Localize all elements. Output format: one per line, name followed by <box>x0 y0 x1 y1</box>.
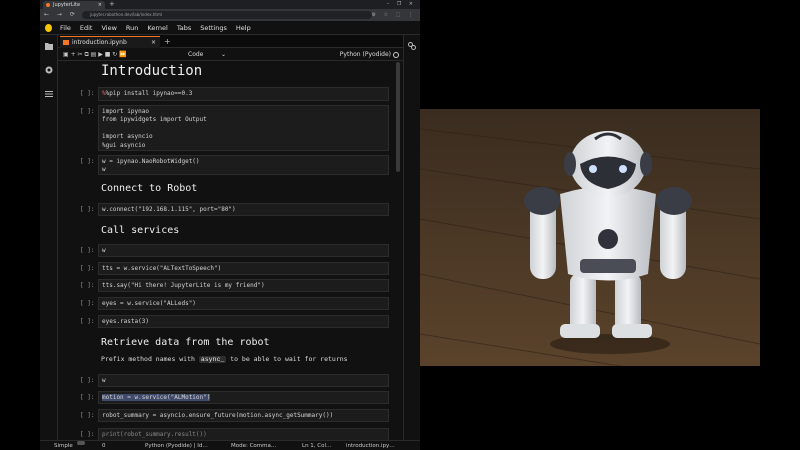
heading-call-services: Call services <box>101 225 180 236</box>
heading-retrieve-data: Retrieve data from the robot <box>101 337 270 348</box>
menu-edit[interactable]: Edit <box>80 21 93 35</box>
browser-tab-bar: JupyterLite × + – ❐ × <box>40 0 420 9</box>
notebook-scrollbar[interactable] <box>396 62 400 172</box>
cell-type-select[interactable]: Code ⌄ <box>188 48 226 61</box>
cell-input[interactable]: print(robot_summary.result()) <box>98 428 389 440</box>
status-bar: Simple 0 Python (Pyodide) | Id… Mode: Co… <box>40 440 420 450</box>
browser-tab-title: JupyterLite <box>53 2 81 8</box>
folder-icon[interactable] <box>45 42 53 50</box>
cell-prompt: [ ]: <box>80 300 95 307</box>
toc-icon[interactable] <box>45 90 53 98</box>
running-icon[interactable] <box>45 66 53 74</box>
code-cell[interactable]: [ ]: import ipynao from ipywidgets impor… <box>58 105 403 153</box>
menu-view[interactable]: View <box>101 21 116 35</box>
cell-input[interactable]: %%pip install ipynao==0.3 <box>98 87 389 101</box>
cell-prompt: [ ]: <box>80 377 95 384</box>
window-controls[interactable]: – ❐ × <box>387 0 416 9</box>
cell-input[interactable]: w = ipynao.NaoRobotWidget() w <box>98 155 389 175</box>
property-inspector-icon[interactable] <box>408 42 416 50</box>
browser-nav-buttons[interactable]: ← → ⟳ <box>44 9 78 21</box>
kernel-name[interactable]: Python (Pyodide) <box>340 48 391 61</box>
code-cell[interactable]: [ ]: w.connect("192.168.1.115", port="80… <box>58 203 403 218</box>
cell-prompt: [ ]: <box>80 394 95 401</box>
cell-input[interactable]: eyes = w.service("ALLeds") <box>98 297 389 310</box>
cell-prompt: [ ]: <box>80 108 95 115</box>
cell-input[interactable]: robot_summary = asyncio.ensure_future(mo… <box>98 409 389 422</box>
cell-input[interactable]: w <box>98 374 389 387</box>
menu-help[interactable]: Help <box>236 21 251 35</box>
code-cell[interactable]: [ ]: eyes.rasta(3) <box>58 315 403 330</box>
kernel-status-icon <box>393 52 399 58</box>
url-input[interactable]: jupyter.robothon.dev/lab/index.html <box>82 11 372 19</box>
menu-settings[interactable]: Settings <box>200 21 227 35</box>
address-bar: ← → ⟳ jupyter.robothon.dev/lab/index.htm… <box>40 9 420 21</box>
cursor-position[interactable]: Ln 1, Col… <box>302 441 332 450</box>
right-sidebar <box>403 35 420 440</box>
tab-introduction-notebook[interactable]: introduction.ipynb × <box>60 36 160 48</box>
cell-prompt: [ ]: <box>80 247 95 254</box>
close-tab-icon[interactable]: × <box>98 1 102 9</box>
close-notebook-icon[interactable]: × <box>151 37 156 48</box>
markdown-paragraph: Prefix method names with async_ to be ab… <box>101 355 348 363</box>
cell-input[interactable]: motion = w.service("ALMotion") <box>98 391 389 404</box>
simple-mode-label: Simple <box>54 443 73 449</box>
new-launcher-button[interactable]: + <box>164 35 171 48</box>
cell-prompt: [ ]: <box>80 90 95 97</box>
menu-file[interactable]: File <box>60 21 71 35</box>
notebook-toolbar: ▣ + ✂ ⧉ ▤ ▶ ■ ↻ ⏩ Code ⌄ Python (Pyodide… <box>58 48 403 61</box>
cell-prompt: [ ]: <box>80 265 95 272</box>
document-tab-bar: introduction.ipynb × + <box>58 35 403 48</box>
code-cell[interactable]: [ ]: tts = w.service("ALTextToSpeech") <box>58 262 403 277</box>
heading-connect: Connect to Robot <box>101 183 198 194</box>
code-cell[interactable]: [ ]: robot_summary = asyncio.ensure_futu… <box>58 409 403 424</box>
code-cell[interactable]: [ ]: %%pip install ipynao==0.3 <box>58 87 403 103</box>
file-name: introduction.ipy… <box>346 443 395 449</box>
cell-prompt: [ ]: <box>80 318 95 325</box>
cell-input[interactable]: tts = w.service("ALTextToSpeech") <box>98 262 389 275</box>
cell-prompt: [ ]: <box>80 282 95 289</box>
toolbar-buttons[interactable]: ▣ + ✂ ⧉ ▤ ▶ ■ ↻ ⏩ <box>63 48 127 61</box>
chevron-down-icon: ⌄ <box>220 51 226 58</box>
code-cell[interactable]: [ ]: w = ipynao.NaoRobotWidget() w <box>58 155 403 177</box>
cell-prompt: [ ]: <box>80 206 95 213</box>
code-cell[interactable]: [ ]: w <box>58 244 403 259</box>
notebook-tab-title: introduction.ipynb <box>72 39 127 46</box>
cell-prompt: [ ]: <box>80 158 95 165</box>
terminal-count[interactable]: 0 <box>102 441 106 450</box>
cell-input[interactable]: eyes.rasta(3) <box>98 315 389 328</box>
robot-video-feed <box>420 109 760 366</box>
kernel-status[interactable]: Python (Pyodide) | Id… <box>145 441 208 450</box>
code-cell[interactable]: [ ]: eyes = w.service("ALLeds") <box>58 297 403 312</box>
browser-tab[interactable]: JupyterLite × <box>43 1 105 9</box>
cell-prompt: [ ]: <box>80 412 95 419</box>
code-cell[interactable]: [ ]: tts.say("Hi there! JupyterLite is m… <box>58 279 403 294</box>
menu-kernel[interactable]: Kernel <box>147 21 167 35</box>
cell-prompt: [ ]: <box>80 431 95 438</box>
browser-extension-icons[interactable]: ⚙ ☆ ⬚ ⋮ <box>372 9 416 21</box>
menu-bar: File Edit View Run Kernel Tabs Settings … <box>40 21 420 35</box>
simple-mode-toggle[interactable] <box>77 441 85 445</box>
cell-type-value: Code <box>188 51 204 58</box>
jupyterlite-favicon-icon <box>46 3 50 7</box>
notebook-icon <box>63 40 69 45</box>
inline-code: async_ <box>198 356 227 363</box>
left-sidebar <box>40 35 58 440</box>
code-cell[interactable]: [ ]: w <box>58 374 403 389</box>
code-cell-active[interactable]: [ ]: motion = w.service("ALMotion") <box>58 391 403 406</box>
cell-input[interactable]: w <box>98 244 389 257</box>
cell-input[interactable]: import ipynao from ipywidgets import Out… <box>98 105 389 151</box>
heading-introduction: Introduction <box>101 63 203 79</box>
menu-tabs[interactable]: Tabs <box>177 21 191 35</box>
jupyter-logo-icon <box>45 24 52 32</box>
command-mode: Mode: Comma… <box>231 443 277 449</box>
menu-run[interactable]: Run <box>126 21 138 35</box>
cell-input[interactable]: w.connect("192.168.1.115", port="80") <box>98 203 389 216</box>
new-tab-button[interactable]: + <box>109 0 115 9</box>
code-cell[interactable]: [ ]: print(robot_summary.result()) <box>58 428 403 440</box>
cell-input[interactable]: tts.say("Hi there! JupyterLite is my fri… <box>98 279 389 292</box>
notebook-panel[interactable]: Introduction [ ]: %%pip install ipynao==… <box>58 61 403 440</box>
